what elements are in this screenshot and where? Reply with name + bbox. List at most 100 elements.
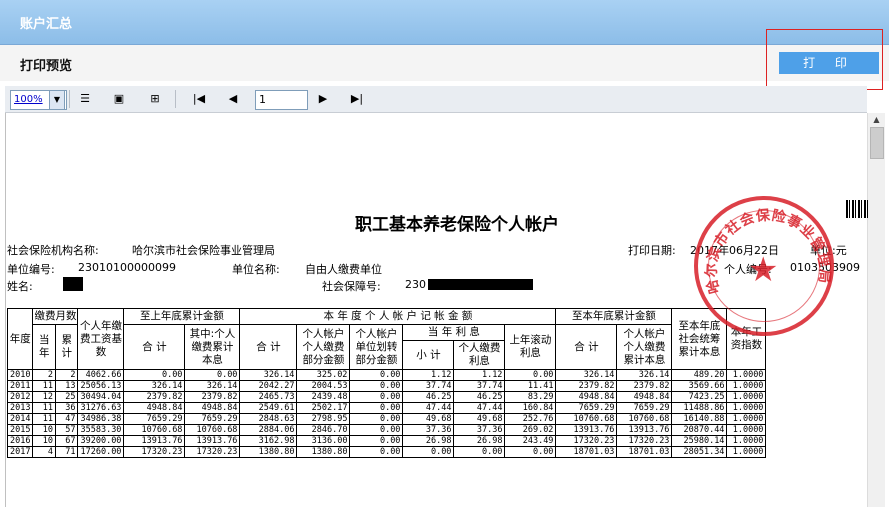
table-cell: 2379.82 [616, 380, 673, 392]
table-cell: 2016 [6, 435, 34, 447]
next-page-icon[interactable]: ▶ [313, 90, 333, 108]
table-cell: 1.12 [402, 369, 455, 381]
scroll-up-icon[interactable]: ▲ [870, 115, 883, 127]
table-cell: 2884.06 [239, 424, 298, 436]
table-cell: 1.0000 [726, 380, 767, 392]
table-cell: 10760.68 [616, 413, 673, 425]
table-row: 2011 11 13 25056.13 326.14 326.14 2042.27 2004.… [6, 380, 767, 392]
table-cell: 0.00 [504, 369, 557, 381]
unit-no-label: 单位编号: [7, 263, 55, 276]
col-base: 个人年缴费工资基数 [77, 308, 125, 370]
table-cell: 269.02 [504, 424, 557, 436]
prev-page-icon[interactable]: ◀ [223, 90, 243, 108]
toolbar-separator [175, 90, 176, 108]
table-cell: 2846.70 [296, 424, 351, 436]
table-cell: 2 [32, 369, 56, 381]
table-row: 2015 10 57 35583.30 10760.68 10760.68 2884.06 2… [6, 424, 767, 436]
print-button[interactable]: 打 印 [779, 52, 879, 74]
table-cell: 67 [54, 435, 79, 447]
last-page-icon[interactable]: ▶| [347, 90, 367, 108]
table-cell: 13 [54, 380, 79, 392]
col-of-which: 其中:个人缴费累计本息 [184, 324, 241, 370]
table-cell: 37.36 [453, 424, 506, 436]
table-cell: 1380.80 [296, 446, 351, 458]
table-cell: 0.00 [349, 380, 404, 392]
table-cell: 3569.66 [671, 380, 728, 392]
print-date-label: 打印日期: [628, 244, 676, 257]
agency-value: 哈尔滨市社会保险事业管理局 [132, 244, 275, 257]
table-cell: 28051.34 [671, 446, 728, 458]
col-this-year-group: 本 年 度 个 人 帐 户 记 帐 金 额 [239, 308, 557, 325]
table-cell: 11 [32, 380, 56, 392]
table-cell: 326.14 [123, 380, 186, 392]
table-cell: 0.00 [349, 402, 404, 414]
table-cell: 0.00 [349, 413, 404, 425]
col-personal-part: 个人帐户个人缴费部分金额 [296, 324, 351, 370]
table-row: 2010 2 2 4062.66 0.00 0.00 326.14 325.02 0.00 1.1… [6, 369, 767, 381]
table-cell: 71 [54, 446, 79, 458]
table-cell: 0.00 [349, 424, 404, 436]
zoom-dropdown-icon[interactable]: ▼ [49, 90, 65, 110]
table-cell: 1.0000 [726, 424, 767, 436]
table-cell: 17320.23 [123, 446, 186, 458]
table-cell: 25056.13 [77, 380, 125, 392]
first-page-icon[interactable]: |◀ [189, 90, 209, 108]
ssn-prefix: 230 [405, 278, 426, 291]
page-width-icon[interactable]: ⊞ [145, 90, 165, 108]
col-end-group: 至本年底累计金额 [555, 308, 673, 325]
viewer-toolbar: 100% ▼ ☰ ▣ ⊞ |◀ ◀ 1 ▶ ▶| [5, 86, 867, 113]
table-cell: 13913.76 [184, 435, 241, 447]
table-cell: 10760.68 [184, 424, 241, 436]
table-cell: 2439.48 [296, 391, 351, 403]
table-cell: 2549.61 [239, 402, 298, 414]
col-rolling-interest: 上年滚动利息 [504, 324, 557, 370]
table-cell: 326.14 [616, 369, 673, 381]
table-cell: 1.0000 [726, 435, 767, 447]
col-prev-total: 合 计 [123, 324, 186, 370]
table-cell: 37.74 [402, 380, 455, 392]
full-page-icon[interactable]: ▣ [109, 90, 129, 108]
table-cell: 30494.04 [77, 391, 125, 403]
single-page-icon[interactable]: ☰ [75, 90, 95, 108]
table-cell: 10 [32, 435, 56, 447]
table-cell: 47.44 [453, 402, 506, 414]
table-cell: 2379.82 [555, 380, 618, 392]
table-cell: 49.68 [402, 413, 455, 425]
table-cell: 10760.68 [123, 424, 186, 436]
table-cell: 1380.80 [239, 446, 298, 458]
page-number-input[interactable]: 1 [255, 90, 308, 110]
table-cell: 2379.82 [123, 391, 186, 403]
table-cell: 2017 [6, 446, 34, 458]
table-cell: 11.41 [504, 380, 557, 392]
table-cell: 0.00 [123, 369, 186, 381]
table-row: 2012 12 25 30494.04 2379.82 2379.82 2465.73 243… [6, 391, 767, 403]
table-cell: 10 [32, 424, 56, 436]
table-cell: 46.25 [453, 391, 506, 403]
table-cell: 252.76 [504, 413, 557, 425]
table-cell: 4948.84 [616, 391, 673, 403]
table-cell: 36 [54, 402, 79, 414]
table-cell: 17260.00 [77, 446, 125, 458]
table-cell: 7659.29 [184, 413, 241, 425]
table-cell: 326.14 [555, 369, 618, 381]
table-cell: 7659.29 [123, 413, 186, 425]
table-cell: 325.02 [296, 369, 351, 381]
seal-text: 哈尔滨市社会保险事业管理局 [703, 207, 832, 296]
col-end-total: 合 计 [555, 324, 618, 370]
table-cell: 2379.82 [184, 391, 241, 403]
table-cell: 11 [32, 413, 56, 425]
table-cell: 13913.76 [616, 424, 673, 436]
table-cell: 1.0000 [726, 402, 767, 414]
table-cell: 7423.25 [671, 391, 728, 403]
vertical-scrollbar[interactable]: ▲ [867, 113, 885, 507]
table-cell: 160.84 [504, 402, 557, 414]
col-current: 当年 [32, 324, 56, 370]
table-cell: 37.74 [453, 380, 506, 392]
table-cell: 46.25 [402, 391, 455, 403]
table-cell: 0.00 [349, 446, 404, 458]
document-title: 职工基本养老保险个人帐户 [355, 215, 559, 235]
table-cell: 0.00 [504, 446, 557, 458]
table-cell: 2848.63 [239, 413, 298, 425]
scroll-thumb[interactable] [870, 127, 884, 159]
table-cell: 2502.17 [296, 402, 351, 414]
